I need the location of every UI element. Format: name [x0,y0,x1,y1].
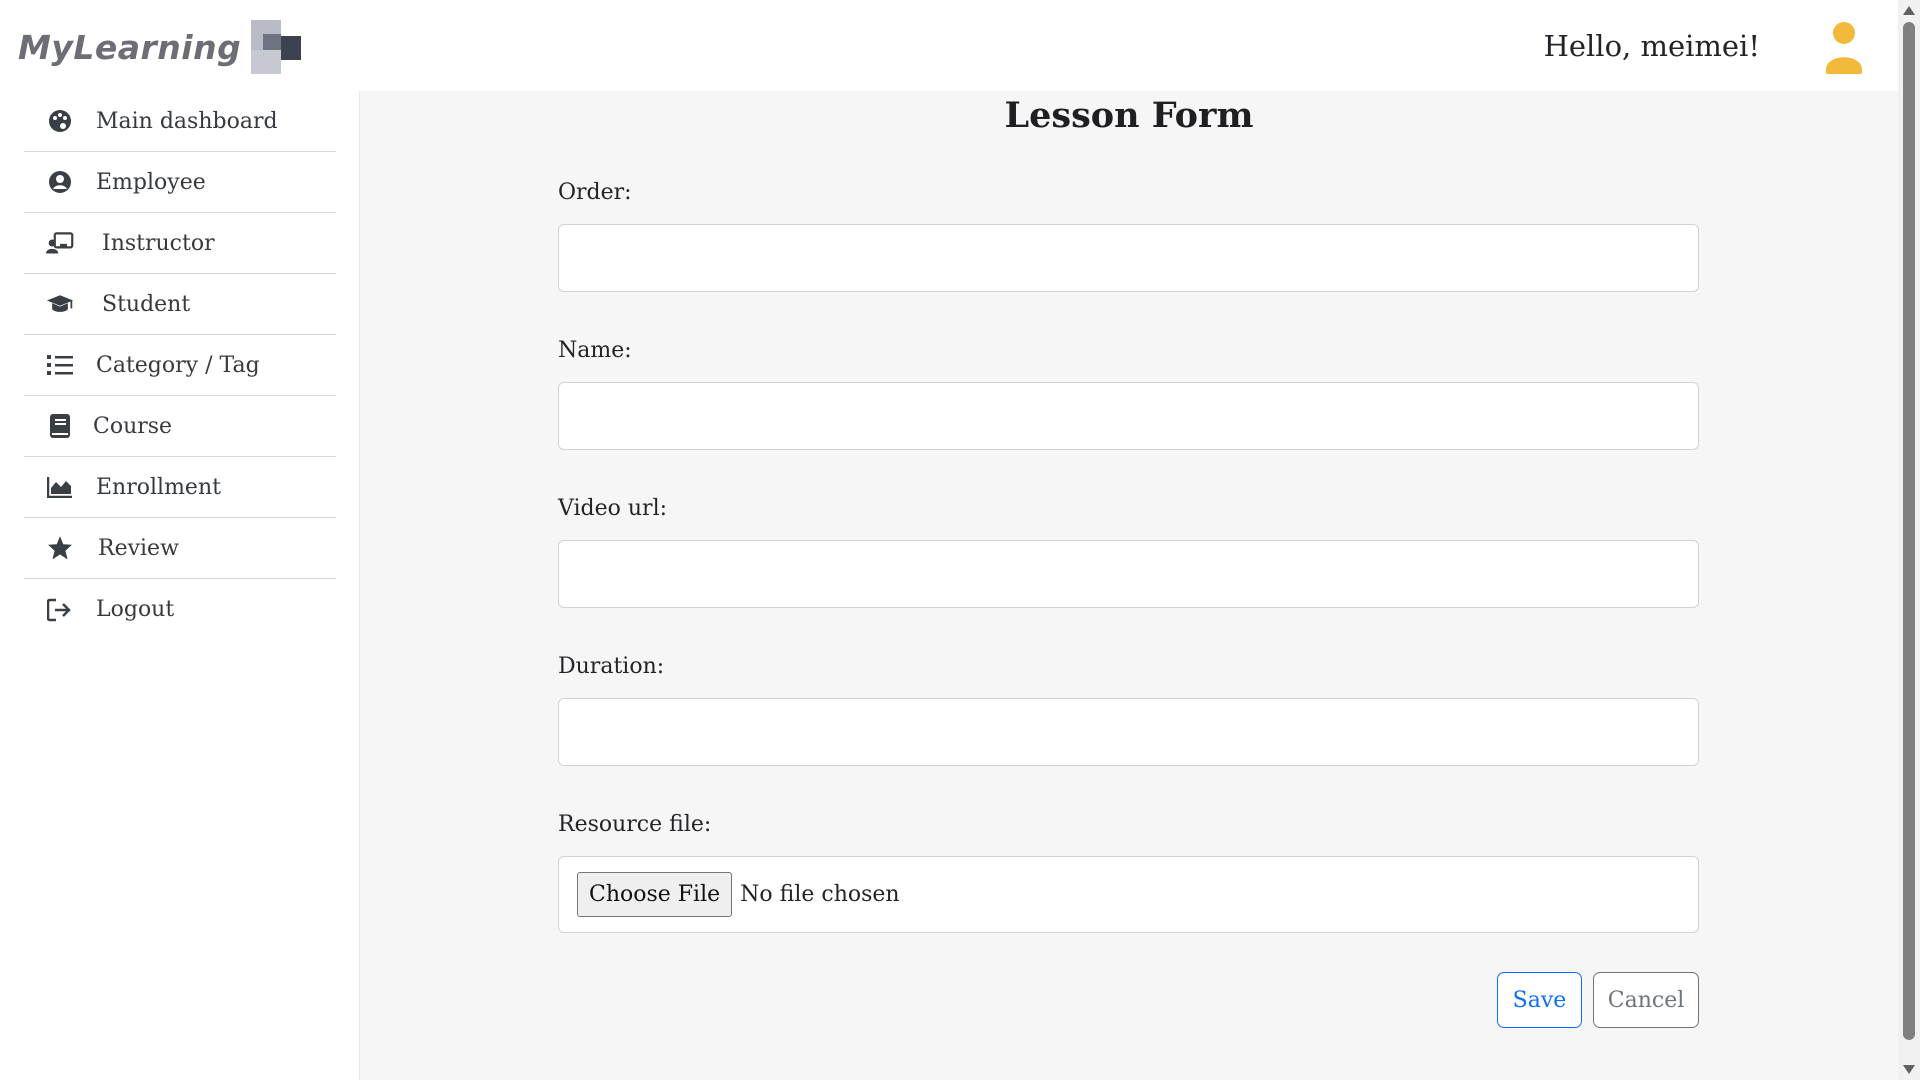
resource-file-input: Choose File No file chosen [558,856,1699,933]
palette-icon [46,107,74,135]
sidebar-item-category-tag[interactable]: Category / Tag [24,335,336,396]
sign-out-icon [46,596,74,624]
video-url-label: Video url: [558,496,668,521]
main-content: Lesson Form Order: Name: Video url: Dura… [360,91,1898,1080]
sidebar-item-label: Employee [96,169,206,195]
logo-mark-icon [249,20,303,74]
sidebar-item-label: Student [102,291,191,317]
save-button[interactable]: Save [1497,972,1582,1028]
sidebar-item-main-dashboard[interactable]: Main dashboard [24,91,336,152]
cancel-button[interactable]: Cancel [1593,972,1699,1028]
resource-file-field-group: Resource file: Choose File No file chose… [558,810,1699,933]
user-circle-icon [46,168,74,196]
star-icon [46,534,74,562]
sidebar-item-label: Main dashboard [96,108,278,134]
name-label: Name: [558,338,632,363]
graduation-cap-icon [46,290,74,318]
sidebar-item-label: Enrollment [96,474,221,500]
page-scrollbar[interactable] [1898,0,1920,1080]
duration-field-group: Duration: [558,652,1699,766]
app-logo[interactable]: MyLearning [18,20,303,74]
book-icon [46,412,74,440]
list-icon [46,351,74,379]
file-status-text: No file chosen [740,882,900,907]
sidebar-item-course[interactable]: Course [24,396,336,457]
chart-area-icon [46,473,74,501]
sidebar-item-label: Review [98,535,179,561]
name-field-group: Name: [558,336,1699,450]
page-title: Lesson Form [1004,95,1254,136]
sidebar-item-review[interactable]: Review [24,518,336,579]
choose-file-button[interactable]: Choose File [577,872,733,917]
sidebar-item-instructor[interactable]: Instructor [24,213,336,274]
sidebar-item-employee[interactable]: Employee [24,152,336,213]
sidebar-nav: Main dashboard Employee Instructor Stude… [24,91,336,640]
sidebar-item-logout[interactable]: Logout [24,579,336,640]
logo-text: MyLearning [18,27,242,67]
order-input[interactable] [558,224,1699,292]
user-avatar-icon[interactable] [1822,20,1866,76]
sidebar-item-enrollment[interactable]: Enrollment [24,457,336,518]
sidebar-item-label: Category / Tag [96,352,260,378]
sidebar-item-label: Course [93,413,173,439]
top-header: MyLearning Hello, meimei! [0,0,1898,91]
order-label: Order: [558,180,632,205]
sidebar-item-student[interactable]: Student [24,274,336,335]
sidebar-item-label: Instructor [102,230,215,256]
duration-input[interactable] [558,698,1699,766]
video-url-field-group: Video url: [558,494,1699,608]
sidebar-item-label: Logout [96,597,175,622]
video-url-input[interactable] [558,540,1699,608]
scroll-up-arrow-icon[interactable] [1903,6,1915,15]
chalkboard-teacher-icon [46,229,74,257]
greeting-text: Hello, meimei! [1543,29,1760,63]
name-input[interactable] [558,382,1699,450]
scroll-thumb[interactable] [1903,22,1915,1040]
order-field-group: Order: [558,178,1699,292]
resource-file-label: Resource file: [558,812,712,837]
duration-label: Duration: [558,654,665,679]
scroll-down-arrow-icon[interactable] [1903,1065,1915,1074]
sidebar: Main dashboard Employee Instructor Stude… [0,91,360,1080]
